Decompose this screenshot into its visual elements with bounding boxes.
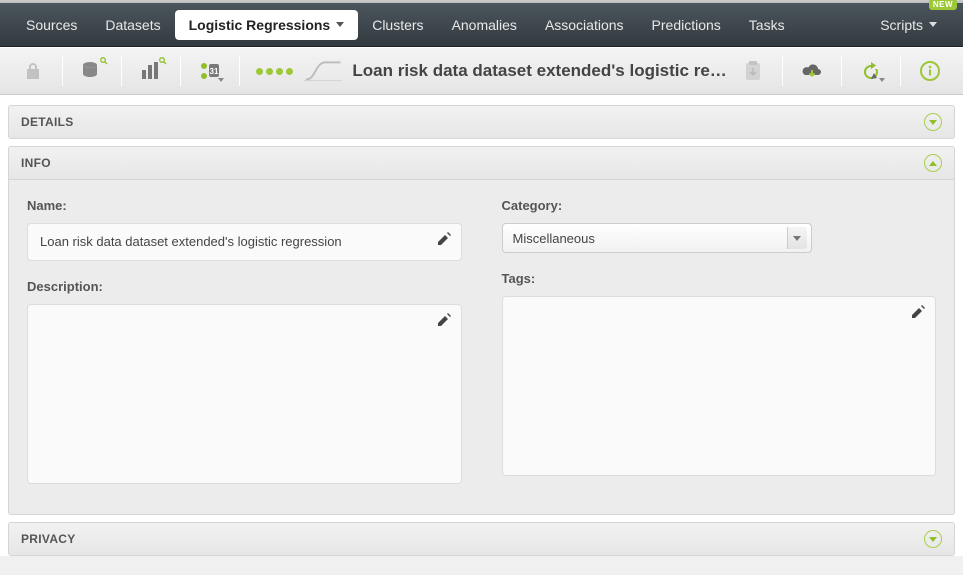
- tags-input[interactable]: [502, 296, 937, 476]
- category-label: Category:: [502, 198, 937, 213]
- nav-logistic-regressions[interactable]: Logistic Regressions: [175, 10, 359, 40]
- section-title: DETAILS: [21, 115, 74, 129]
- cloud-download-button[interactable]: [793, 54, 831, 88]
- dataset-icon-button[interactable]: [132, 54, 170, 88]
- dots-icon: [256, 68, 293, 75]
- more-menu-button[interactable]: [250, 54, 298, 88]
- magnifier-icon: [100, 57, 108, 65]
- model-config-button[interactable]: 31: [191, 54, 229, 88]
- name-value: Loan risk data dataset extended's logist…: [40, 234, 342, 249]
- clipboard-button[interactable]: [734, 54, 772, 88]
- source-icon-button[interactable]: [73, 54, 111, 88]
- name-input[interactable]: Loan risk data dataset extended's logist…: [27, 223, 462, 261]
- nav-scripts[interactable]: Scripts: [866, 10, 951, 40]
- info-button[interactable]: [911, 54, 949, 88]
- nav-label: Logistic Regressions: [189, 17, 331, 33]
- expand-icon: [924, 113, 942, 131]
- expand-icon: [924, 530, 942, 548]
- main-nav: Sources Datasets Logistic Regressions Cl…: [0, 3, 963, 47]
- description-input[interactable]: [27, 304, 462, 484]
- chevron-down-icon: [787, 227, 807, 249]
- section-info-header[interactable]: INFO: [8, 146, 955, 180]
- nav-associations[interactable]: Associations: [531, 10, 638, 40]
- chevron-down-icon: [929, 22, 937, 27]
- nav-scripts-label: Scripts: [880, 17, 923, 33]
- nav-tasks[interactable]: Tasks: [735, 10, 799, 40]
- new-badge: NEW: [929, 0, 957, 10]
- refresh-button[interactable]: [852, 54, 890, 88]
- chevron-down-icon: [218, 78, 224, 82]
- logistic-curve-icon: [304, 60, 342, 82]
- edit-icon[interactable]: [437, 313, 451, 327]
- tags-label: Tags:: [502, 271, 937, 286]
- section-info-body: Name: Loan risk data dataset extended's …: [8, 180, 955, 515]
- category-value: Miscellaneous: [513, 231, 595, 246]
- category-select[interactable]: Miscellaneous: [502, 223, 812, 253]
- edit-icon[interactable]: [437, 232, 451, 246]
- nav-datasets[interactable]: Datasets: [91, 10, 174, 40]
- svg-text:31: 31: [210, 67, 219, 76]
- section-privacy-header[interactable]: PRIVACY: [8, 522, 955, 556]
- nav-predictions[interactable]: Predictions: [638, 10, 735, 40]
- section-title: INFO: [21, 156, 51, 170]
- page-title: Loan risk data dataset extended's logist…: [352, 61, 728, 81]
- privacy-lock-button[interactable]: [14, 54, 52, 88]
- edit-icon[interactable]: [911, 305, 925, 319]
- chevron-down-icon: [336, 22, 344, 27]
- nav-sources[interactable]: Sources: [12, 10, 91, 40]
- section-title: PRIVACY: [21, 532, 76, 546]
- collapse-icon: [924, 154, 942, 172]
- magnifier-icon: [159, 57, 167, 65]
- name-label: Name:: [27, 198, 462, 213]
- section-details-header[interactable]: DETAILS: [8, 105, 955, 139]
- action-bar: 31 Loan risk data dataset extended's log…: [0, 47, 963, 95]
- nav-clusters[interactable]: Clusters: [358, 10, 437, 40]
- description-label: Description:: [27, 279, 462, 294]
- nav-anomalies[interactable]: Anomalies: [438, 10, 531, 40]
- chevron-down-icon: [879, 78, 885, 82]
